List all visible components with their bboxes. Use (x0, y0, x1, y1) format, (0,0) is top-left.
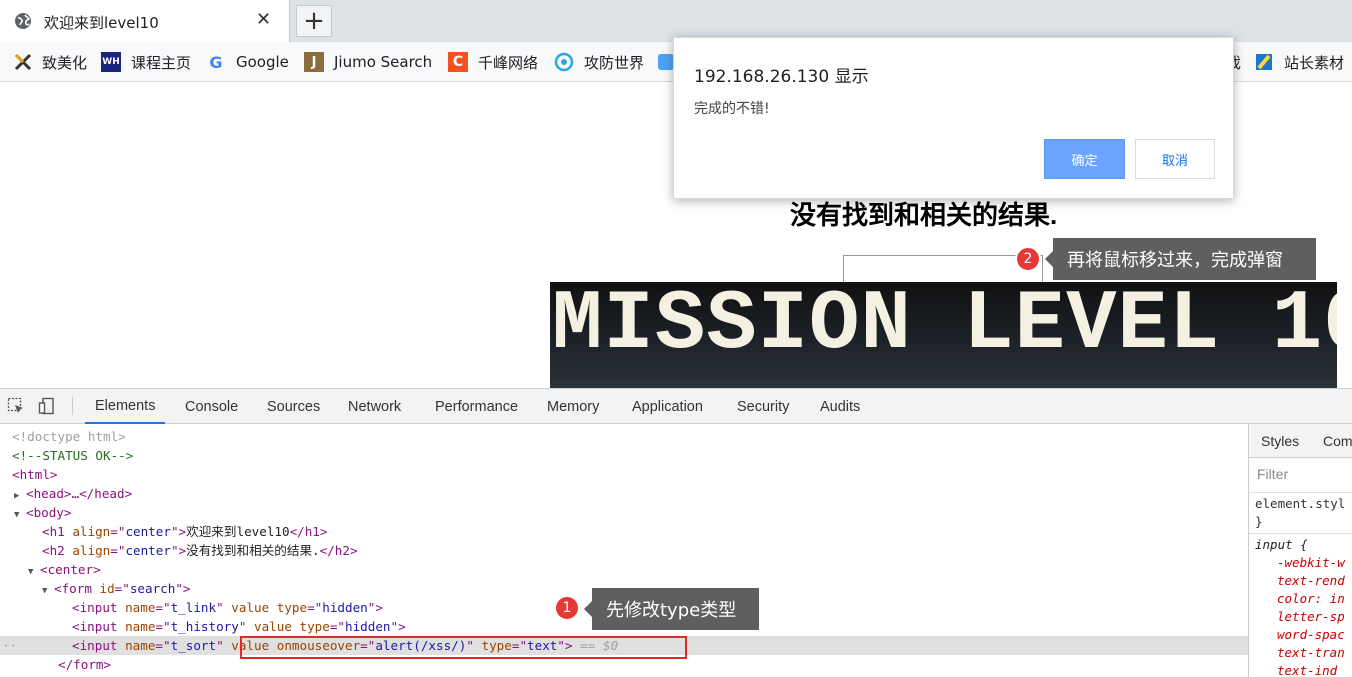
google-icon: G (209, 52, 223, 72)
tab-security[interactable]: Security (737, 389, 789, 424)
devtools-toolbar: Elements Console Sources Network Perform… (0, 389, 1352, 424)
step-badge-1: 1 (554, 595, 580, 621)
device-toolbar-icon[interactable] (38, 397, 56, 415)
dom-node[interactable]: ▼ <body> (0, 503, 1248, 522)
zhimeihua-icon (14, 52, 32, 72)
tab-network[interactable]: Network (348, 389, 401, 424)
qianfeng-icon: C (448, 52, 468, 72)
zhanzhang-icon (1254, 52, 1274, 72)
bookmark-item[interactable]: C 千峰网络 (448, 51, 538, 73)
browser-tab-strip: 欢迎来到level10 ✕ + (0, 0, 1352, 42)
dom-node[interactable]: <!--STATUS OK--> (0, 446, 1248, 465)
bookmark-item[interactable]: 站长素材 (1254, 51, 1344, 73)
bookmark-item[interactable]: 攻防世界 (554, 51, 644, 73)
callout-step-2: 再将鼠标移过来，完成弹窗 (1045, 238, 1316, 280)
dom-node[interactable]: <html> (0, 465, 1248, 484)
tab-memory[interactable]: Memory (547, 389, 599, 424)
browser-tab[interactable]: 欢迎来到level10 ✕ (0, 0, 290, 42)
bookmark-item[interactable]: WH 课程主页 (101, 51, 191, 73)
folder-icon (658, 54, 674, 70)
alert-dialog: 192.168.26.130 显示 完成的不错! 确定 取消 (673, 37, 1234, 199)
tab-computed[interactable]: Com (1323, 424, 1352, 458)
bookmark-item[interactable]: J Jiumo Search (304, 51, 432, 73)
page-heading: 没有找到和相关的结果. (790, 200, 1058, 230)
cancel-button[interactable]: 取消 (1135, 139, 1215, 179)
dom-node[interactable]: <h2 align="center">没有找到和相关的结果.</h2> (0, 541, 1248, 560)
jiumo-icon: J (304, 52, 324, 72)
new-tab-button[interactable]: + (296, 5, 332, 37)
tab-audits[interactable]: Audits (820, 389, 860, 424)
devtools-panel: Elements Console Sources Network Perform… (0, 388, 1352, 677)
dialog-title: 192.168.26.130 显示 (694, 67, 869, 87)
tab-sources[interactable]: Sources (267, 389, 320, 424)
tab-performance[interactable]: Performance (435, 389, 518, 424)
tab-close-icon[interactable]: ✕ (256, 10, 271, 30)
banner-text: MISSION LEVEL 10 (552, 282, 1337, 373)
tab-console[interactable]: Console (185, 389, 238, 424)
bookmark-item[interactable]: G Google (206, 51, 288, 73)
bookmark-item[interactable]: 致美化 (14, 51, 87, 73)
step-badge-2: 2 (1015, 246, 1041, 272)
tab-styles[interactable]: Styles (1261, 424, 1299, 458)
dom-node[interactable]: <h1 align="center">欢迎来到level10</h1> (0, 522, 1248, 541)
dialog-message: 完成的不错! (694, 101, 770, 117)
tab-elements[interactable]: Elements (85, 389, 166, 424)
tab-application[interactable]: Application (632, 389, 703, 424)
gongfang-icon (554, 52, 574, 72)
elements-dom-tree: <!doctype html> <!--STATUS OK--> <html> … (0, 424, 1248, 677)
callout-step-1: 先修改type类型 (584, 588, 759, 630)
mission-banner-image: MISSION LEVEL 10 (550, 282, 1337, 388)
tab-title: 欢迎来到level10 (44, 14, 159, 32)
ok-button[interactable]: 确定 (1044, 139, 1125, 179)
highlight-box (240, 636, 687, 659)
inspect-element-icon[interactable] (7, 397, 25, 415)
dom-node[interactable]: ▼ <center> (0, 560, 1248, 579)
search-input[interactable] (843, 255, 1043, 283)
styles-filter-input[interactable]: Filter (1257, 466, 1288, 482)
wh-icon: WH (101, 52, 121, 72)
globe-icon (15, 13, 31, 29)
styles-pane: Styles Com Filter element.styl } input {… (1248, 424, 1352, 677)
dom-node[interactable]: <!doctype html> (0, 427, 1248, 446)
dom-node[interactable]: ▶ <head>…</head> (0, 484, 1248, 503)
